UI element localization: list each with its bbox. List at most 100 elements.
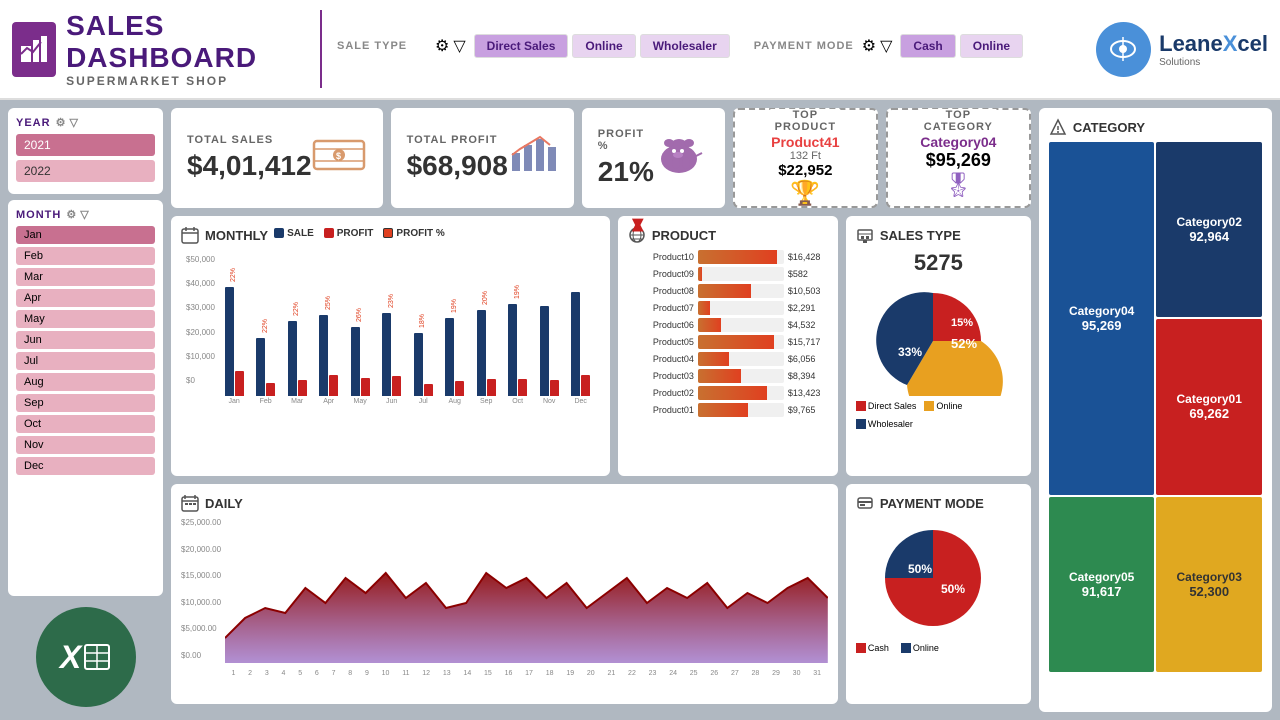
profit-pct-value: 21% xyxy=(598,156,654,188)
chart-icon xyxy=(508,133,558,183)
monthly-bar-group-0: 22%Jan xyxy=(220,265,249,405)
filter-icon-1[interactable]: ⚙ xyxy=(435,36,449,56)
top-cat-name: Category04 xyxy=(896,134,1021,150)
month-Nov[interactable]: Nov xyxy=(16,436,155,454)
sale-type-online[interactable]: Online xyxy=(572,34,635,58)
payment-filter-icon-1[interactable]: ⚙ xyxy=(862,36,876,56)
sales-type-total: 5275 xyxy=(856,250,1021,276)
product-bar-Product10: Product10$16,428 xyxy=(636,250,828,264)
brand-text-main: LeaneXcel xyxy=(1159,31,1268,57)
total-sales-label: TOTAL SALES xyxy=(187,134,312,146)
category-grid: Category0495,269Category0292,964Category… xyxy=(1049,142,1262,672)
top-product-title1: TOP xyxy=(775,109,836,121)
product-bar-Product05: Product05$15,717 xyxy=(636,335,828,349)
month-label: MONTH ⚙ ▽ xyxy=(16,208,155,221)
top-product-qty: 132 Ft xyxy=(743,150,868,162)
sale-type-label: SALE TYPE xyxy=(337,40,427,52)
logo-area: SALES DASHBOARD SUPERMARKET SHOP xyxy=(12,10,322,88)
header: SALES DASHBOARD SUPERMARKET SHOP SALE TY… xyxy=(0,0,1280,100)
month-May[interactable]: May xyxy=(16,310,155,328)
monthly-bar-group-1: 22%Feb xyxy=(251,316,280,405)
category-cell-Category04: Category0495,269 xyxy=(1049,142,1155,495)
payment-filter-icon-2[interactable]: ▽ xyxy=(880,36,892,56)
brand-solutions: Solutions xyxy=(1159,57,1268,68)
top-product-price: $22,952 xyxy=(743,162,868,179)
svg-text:50%: 50% xyxy=(941,582,965,596)
year-2021[interactable]: 2021 xyxy=(16,134,155,156)
monthly-bar-group-5: 23%Jun xyxy=(377,291,406,405)
sale-type-direct[interactable]: Direct Sales xyxy=(474,34,569,58)
product-bar-Product03: Product03$8,394 xyxy=(636,369,828,383)
daily-area-chart xyxy=(225,518,828,663)
top-cat-price: $95,269 xyxy=(896,150,1021,171)
month-Mar[interactable]: Mar xyxy=(16,268,155,286)
daily-svg-area: 1234567891011121314151617181920212223242… xyxy=(225,518,828,678)
category-icon xyxy=(1049,118,1067,136)
top-product-name: Product41 xyxy=(743,134,868,150)
monthly-bars: 22%Jan22%Feb22%Mar25%Apr26%May23%Jun18%J… xyxy=(220,275,595,405)
charts-middle: MONTHLY SALE PROFIT PROFIT % $50,000 $40… xyxy=(171,216,1031,476)
sales-type-title: SALES TYPE xyxy=(856,226,1021,244)
center-content: TOTAL SALES $4,01,412 $ TOTAL PROFIT xyxy=(171,108,1031,712)
daily-chart-card: DAILY $25,000.00 $20,000.00 $15,000.00 $… xyxy=(171,484,838,704)
sale-type-filter-row: SALE TYPE ⚙ ▽ Direct Sales Online Wholes… xyxy=(337,34,1071,58)
top-product-title2: PRODUCT xyxy=(775,121,836,133)
trophy-icon: 🏆 xyxy=(743,179,868,208)
top-product-card: TOP PRODUCT Product41 132 Ft $22,952 🏆 xyxy=(733,108,878,208)
dashboard-icon xyxy=(12,22,56,77)
category-cell-Category05: Category0591,617 xyxy=(1049,497,1155,672)
month-Jun[interactable]: Jun xyxy=(16,331,155,349)
total-profit-value: $68,908 xyxy=(407,150,508,182)
svg-text:52%: 52% xyxy=(951,336,977,351)
product-bar-Product01: Product01$9,765 xyxy=(636,403,828,417)
month-Apr[interactable]: Apr xyxy=(16,289,155,307)
month-Aug[interactable]: Aug xyxy=(16,373,155,391)
year-2022[interactable]: 2022 xyxy=(16,160,155,182)
register-icon xyxy=(856,226,874,244)
monthly-bar-group-8: 20%Sep xyxy=(472,288,501,405)
scroll-down-arrow[interactable]: ▼ xyxy=(628,213,648,236)
top-product-details: Product41 132 Ft $22,952 🏆 xyxy=(743,134,868,208)
daily-icon xyxy=(181,494,199,512)
month-Dec[interactable]: Dec xyxy=(16,457,155,475)
month-Jul[interactable]: Jul xyxy=(16,352,155,370)
profit-pct-label: PROFIT % xyxy=(598,128,654,152)
month-filter-icon-2[interactable]: ▽ xyxy=(80,208,89,221)
top-cat-details: Category04 $95,269 🎖 xyxy=(896,134,1021,200)
kpi-row: TOTAL SALES $4,01,412 $ TOTAL PROFIT xyxy=(171,108,1031,208)
app-title: SALES DASHBOARD xyxy=(66,10,305,74)
monthly-chart-title: MONTHLY SALE PROFIT PROFIT % xyxy=(181,226,600,244)
right-panel: CATEGORY Category0495,269Category0292,96… xyxy=(1039,108,1272,712)
product-bar-Product07: Product07$2,291 xyxy=(636,301,828,315)
category-cell-Category03: Category0352,300 xyxy=(1156,497,1262,672)
product-bar-Product06: Product06$4,532 xyxy=(636,318,828,332)
filter-icon-2[interactable]: ▽ xyxy=(453,36,465,56)
total-sales-card: TOTAL SALES $4,01,412 $ xyxy=(171,108,383,208)
sale-type-filter-icons: ⚙ ▽ xyxy=(435,36,466,56)
month-Sep[interactable]: Sep xyxy=(16,394,155,412)
year-filter-icon-2[interactable]: ▽ xyxy=(69,116,78,129)
svg-text:33%: 33% xyxy=(898,345,922,359)
payment-pie: 50% 50% xyxy=(856,518,1011,638)
daily-x-axis: 1234567891011121314151617181920212223242… xyxy=(225,670,828,677)
payment-filter-icons: ⚙ ▽ xyxy=(862,36,893,56)
monthly-bar-group-4: 26%May xyxy=(346,305,375,405)
sale-type-wholesaler[interactable]: Wholesaler xyxy=(640,34,730,58)
month-Oct[interactable]: Oct xyxy=(16,415,155,433)
brand-name: LeaneXcel Solutions xyxy=(1159,31,1268,68)
product-chart-card: ▲ ▼ PRODUCT Product10$16,428Product09$58… xyxy=(618,216,838,476)
year-filter-icon-1[interactable]: ⚙ xyxy=(56,116,67,129)
month-filter-card: MONTH ⚙ ▽ Jan Feb Mar Apr May Jun Jul Aug Sep Oct… xyxy=(8,200,163,596)
product-bar-Product02: Product02$13,423 xyxy=(636,386,828,400)
monthly-y-axis: $50,000 $40,000 $30,000 $20,000 $10,000 … xyxy=(186,255,215,385)
pig-icon xyxy=(654,131,709,186)
daily-y-axis: $25,000.00 $20,000.00 $15,000.00 $10,000… xyxy=(181,518,221,678)
month-Jan[interactable]: Jan xyxy=(16,226,155,244)
excel-grid-icon xyxy=(83,643,111,671)
month-Feb[interactable]: Feb xyxy=(16,247,155,265)
month-filter-icon-1[interactable]: ⚙ xyxy=(66,208,77,221)
payment-online[interactable]: Online xyxy=(960,34,1023,58)
monthly-bar-chart: $50,000 $40,000 $30,000 $20,000 $10,000 … xyxy=(181,250,600,405)
brand-icon xyxy=(1096,22,1151,77)
payment-cash[interactable]: Cash xyxy=(900,34,955,58)
